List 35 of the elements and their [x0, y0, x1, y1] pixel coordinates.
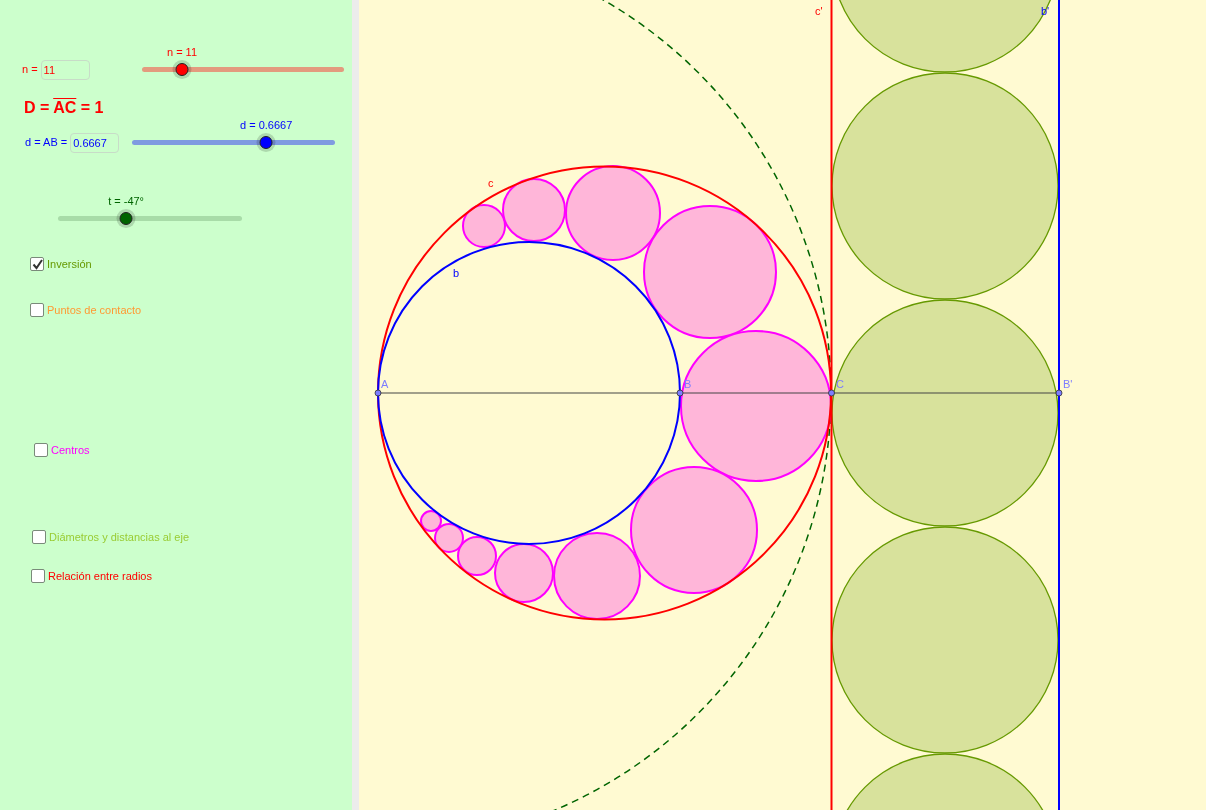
input-label: n =	[22, 63, 38, 77]
point-label: A	[381, 378, 389, 390]
point	[1055, 389, 1063, 397]
slider-label: d = 0.6667	[240, 119, 293, 131]
slider-label: t = -47°	[108, 195, 144, 207]
point-label: B	[684, 378, 692, 390]
input-field[interactable]: 11	[40, 60, 90, 80]
point-label: c	[488, 177, 494, 189]
slider-thumb[interactable]	[119, 212, 133, 225]
checkbox-label[interactable]: Puntos de contacto	[47, 304, 142, 316]
point	[828, 389, 835, 397]
tangent-circle	[420, 510, 442, 532]
checkbox[interactable]	[34, 443, 48, 457]
input-label: d = AB =	[25, 136, 68, 150]
checkbox[interactable]	[32, 530, 46, 544]
point	[374, 389, 382, 397]
slider-thumb[interactable]	[175, 63, 189, 76]
checkbox[interactable]	[30, 257, 44, 271]
point-label: b'	[1041, 5, 1050, 17]
checkbox[interactable]	[30, 303, 44, 317]
slider-thumb[interactable]	[259, 136, 273, 149]
slider-label: n = 11	[166, 46, 198, 58]
checkbox[interactable]	[31, 569, 45, 583]
input-field[interactable]: 0.6667	[70, 133, 120, 153]
checkbox-label[interactable]: Centros	[51, 444, 90, 456]
point-label: b	[453, 267, 460, 279]
point-label: c'	[815, 5, 823, 17]
checkbox-label[interactable]: Diámetros y distancias al eje	[49, 531, 189, 543]
point	[676, 389, 684, 397]
formula: D = AC = 1	[24, 99, 105, 117]
tangent-circle	[434, 523, 464, 553]
checkbox-label[interactable]: Inversión	[47, 258, 92, 270]
checkbox-label[interactable]: Relación entre radios	[48, 570, 152, 582]
point-label: C	[836, 378, 844, 390]
point-label: B'	[1063, 378, 1073, 390]
